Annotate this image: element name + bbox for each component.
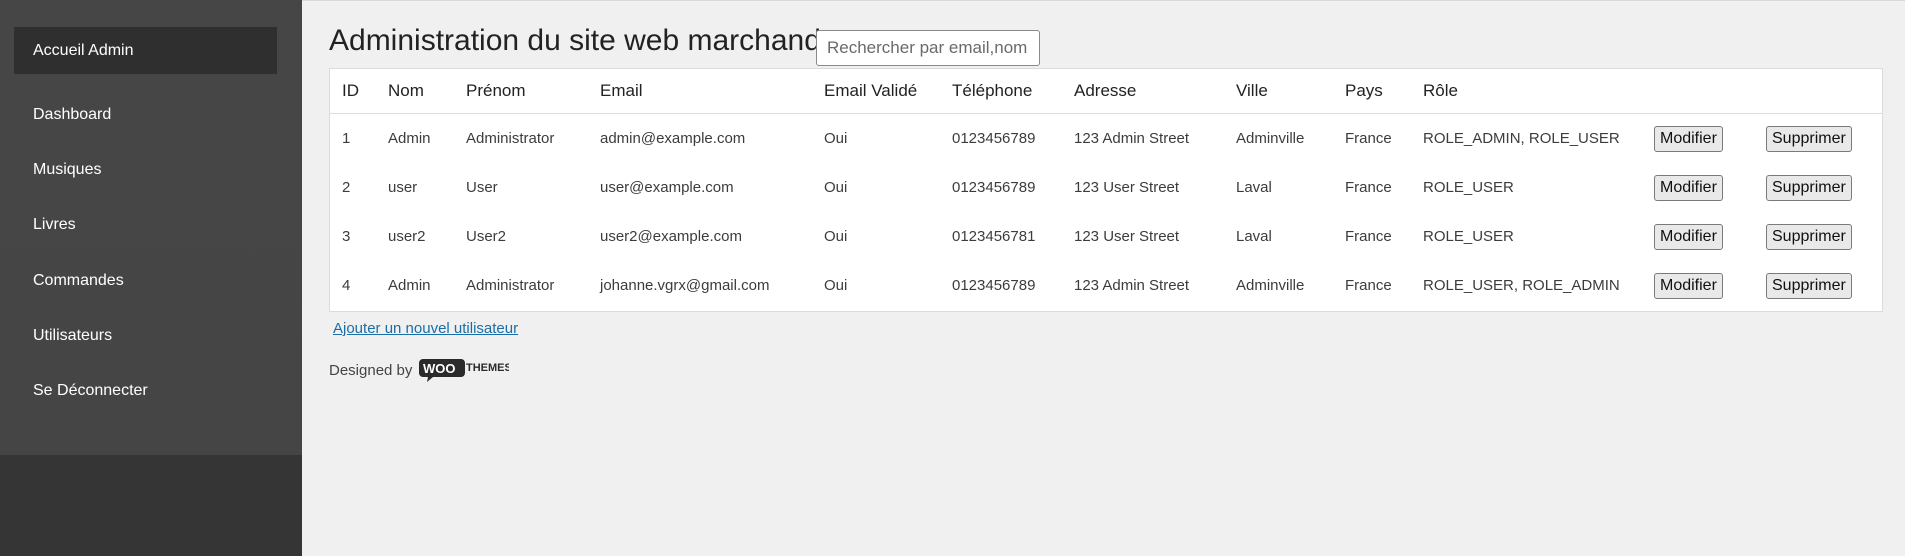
cell-prenom: User2 (466, 228, 507, 245)
cell-email-valide: Oui (824, 277, 848, 294)
column-header-edit (1642, 69, 1754, 114)
cell-adresse: 123 Admin Street (1074, 130, 1190, 147)
cell-pays: France (1345, 130, 1392, 147)
delete-button[interactable]: Supprimer (1766, 223, 1852, 250)
sidebar-item-livres[interactable]: Livres (33, 216, 76, 234)
cell-ville: Laval (1236, 179, 1272, 196)
logo-woo-text: WOO (423, 361, 456, 376)
cell-email-valide: Oui (824, 228, 848, 245)
cell-email-valide: Oui (824, 130, 848, 147)
cell-role: ROLE_ADMIN, ROLE_USER (1423, 130, 1620, 147)
sidebar-item-se-deconnecter[interactable]: Se Déconnecter (33, 382, 148, 400)
cell-edit: Modifier (1642, 114, 1754, 164)
cell-adresse: 123 User Street (1074, 179, 1180, 196)
column-header-ville: Ville (1224, 69, 1333, 114)
cell-telephone: 0123456789 (952, 130, 1036, 147)
cell-delete: Supprimer (1754, 212, 1882, 261)
cell-id: 3 (342, 228, 351, 245)
column-header-telephone: Téléphone (940, 69, 1062, 114)
cell-adresse: 123 Admin Street (1074, 277, 1190, 294)
table-row: 4 Admin Administrator johanne.vgrx@gmail… (330, 261, 1882, 310)
footer-credit: Designed by WOO THEMES (329, 357, 509, 383)
cell-edit: Modifier (1642, 212, 1754, 261)
sidebar-item-commandes[interactable]: Commandes (33, 272, 124, 290)
cell-ville: Adminville (1236, 277, 1305, 294)
users-table: ID Nom Prénom Email Email Validé Télépho… (329, 68, 1883, 312)
cell-id: 1 (342, 130, 351, 147)
cell-nom: Admin (388, 277, 431, 294)
column-header-pays: Pays (1333, 69, 1411, 114)
edit-button[interactable]: Modifier (1654, 272, 1723, 299)
column-header-id: ID (330, 69, 376, 114)
delete-button[interactable]: Supprimer (1766, 272, 1852, 299)
column-header-delete (1754, 69, 1882, 114)
add-user-link[interactable]: Ajouter un nouvel utilisateur (333, 320, 518, 337)
cell-delete: Supprimer (1754, 261, 1882, 310)
designed-by-text: Designed by (329, 361, 413, 379)
sidebar: Accueil Admin Dashboard Musiques Livres … (0, 0, 302, 556)
woothemes-logo[interactable]: WOO THEMES (417, 357, 509, 383)
column-header-adresse: Adresse (1062, 69, 1224, 114)
sidebar-item-musiques[interactable]: Musiques (33, 161, 101, 179)
table-header-row: ID Nom Prénom Email Email Validé Télépho… (330, 69, 1882, 114)
cell-nom: Admin (388, 130, 431, 147)
delete-button[interactable]: Supprimer (1766, 125, 1852, 152)
cell-pays: France (1345, 179, 1392, 196)
cell-prenom: Administrator (466, 130, 555, 147)
cell-role: ROLE_USER (1423, 228, 1514, 245)
cell-delete: Supprimer (1754, 114, 1882, 164)
cell-email: johanne.vgrx@gmail.com (600, 277, 770, 294)
edit-button[interactable]: Modifier (1654, 174, 1723, 201)
cell-id: 4 (342, 277, 351, 294)
delete-button[interactable]: Supprimer (1766, 174, 1852, 201)
cell-delete: Supprimer (1754, 163, 1882, 212)
sidebar-item-utilisateurs[interactable]: Utilisateurs (33, 327, 112, 345)
sidebar-item-accueil-admin[interactable]: Accueil Admin (14, 27, 277, 74)
cell-role: ROLE_USER (1423, 179, 1514, 196)
cell-nom: user (388, 179, 418, 196)
cell-telephone: 0123456789 (952, 179, 1036, 196)
cell-nom: user2 (388, 228, 426, 245)
table-row: 3 user2 User2 user2@example.com Oui 0123… (330, 212, 1882, 261)
cell-pays: France (1345, 228, 1392, 245)
cell-prenom: Administrator (466, 277, 555, 294)
page-title: Administration du site web marchand (329, 24, 821, 57)
sidebar-item-dashboard[interactable]: Dashboard (33, 106, 111, 124)
cell-role: ROLE_USER, ROLE_ADMIN (1423, 277, 1620, 294)
search-input[interactable] (816, 30, 1040, 66)
cell-edit: Modifier (1642, 163, 1754, 212)
cell-email: admin@example.com (600, 130, 746, 147)
column-header-email-valide: Email Validé (812, 69, 940, 114)
table-row: 2 user User user@example.com Oui 0123456… (330, 163, 1882, 212)
cell-email: user2@example.com (600, 228, 742, 245)
top-border (302, 0, 1905, 1)
cell-telephone: 0123456781 (952, 228, 1036, 245)
cell-telephone: 0123456789 (952, 277, 1036, 294)
table-row: 1 Admin Administrator admin@example.com … (330, 114, 1882, 164)
cell-ville: Adminville (1236, 130, 1305, 147)
cell-edit: Modifier (1642, 261, 1754, 310)
logo-themes-text: THEMES (466, 362, 509, 374)
column-header-role: Rôle (1411, 69, 1642, 114)
cell-email: user@example.com (600, 179, 734, 196)
cell-pays: France (1345, 277, 1392, 294)
column-header-email: Email (588, 69, 812, 114)
edit-button[interactable]: Modifier (1654, 223, 1723, 250)
cell-id: 2 (342, 179, 351, 196)
cell-ville: Laval (1236, 228, 1272, 245)
column-header-nom: Nom (376, 69, 454, 114)
cell-prenom: User (466, 179, 498, 196)
edit-button[interactable]: Modifier (1654, 125, 1723, 152)
column-header-prenom: Prénom (454, 69, 588, 114)
cell-email-valide: Oui (824, 179, 848, 196)
cell-adresse: 123 User Street (1074, 228, 1180, 245)
